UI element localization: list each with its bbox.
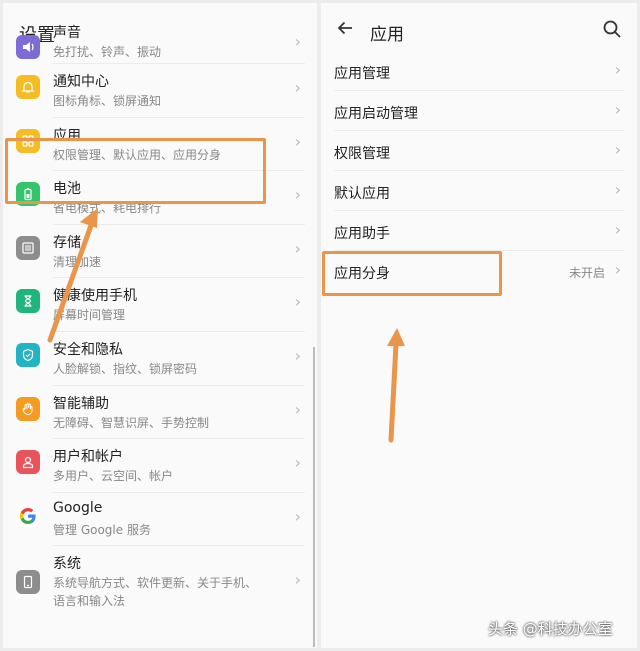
screenshot-root: 设置 声音 免打扰、铃声、振动 › 通知中心 图标角标、锁屏通知 ›: [0, 0, 640, 651]
arrow-up-icon: [387, 328, 405, 443]
watermark: 头条 @科技办公室: [488, 620, 613, 638]
annotation-arrows: [47, 208, 405, 443]
arrow-up-icon: [47, 208, 98, 343]
